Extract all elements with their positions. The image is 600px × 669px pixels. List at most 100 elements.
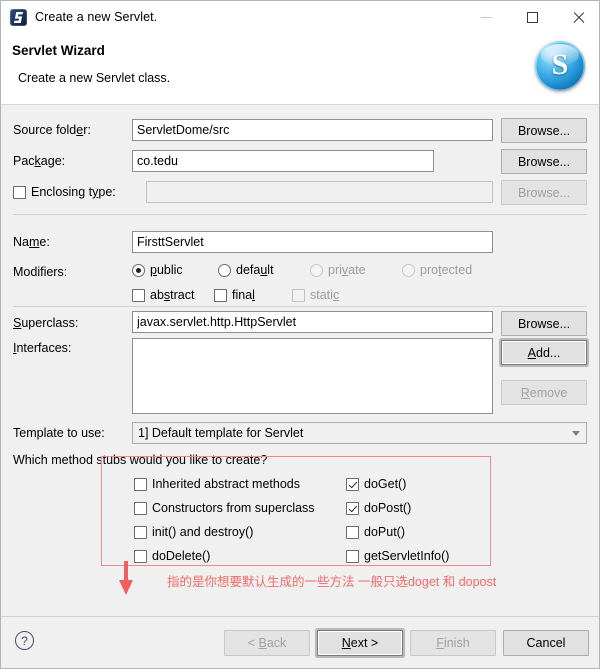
package-input[interactable] — [132, 150, 434, 172]
modifiers-radio-group: public default private protected — [132, 263, 472, 277]
stub-label: getServletInfo() — [364, 549, 450, 563]
checkbox-static-box — [292, 288, 305, 302]
enclosing-type-input — [146, 181, 493, 203]
finish-button: Finish — [410, 630, 496, 656]
checkbox-dopost-box — [346, 501, 359, 515]
cancel-button[interactable]: Cancel — [503, 630, 589, 656]
package-browse-button[interactable]: Browse... — [501, 149, 587, 174]
modifier-public-label: public — [150, 263, 183, 277]
wizard-header: Servlet Wizard Create a new Servlet clas… — [1, 33, 599, 105]
annotation-text: 指的是你想要默认生成的一些方法 一般只选doget 和 dopost — [167, 575, 497, 589]
radio-protected-dot — [402, 263, 415, 277]
close-button[interactable] — [555, 1, 599, 33]
radio-default-dot — [218, 263, 231, 277]
modifier-radio-public[interactable]: public — [132, 263, 218, 277]
superclass-input[interactable] — [132, 311, 493, 333]
back-button: < Back — [224, 630, 310, 656]
stub-label: Constructors from superclass — [152, 501, 315, 515]
stub-inherited-abstract-methods[interactable]: Inherited abstract methods — [134, 472, 300, 496]
modifier-abstract-label: abstract — [150, 288, 195, 302]
modifier-radio-private: private — [310, 263, 402, 277]
stub-doget[interactable]: doGet() — [346, 472, 406, 496]
interfaces-label: Interfaces: — [13, 341, 72, 355]
stub-constructors-from-superclass[interactable]: Constructors from superclass — [134, 496, 315, 520]
modifiers-label: Modifiers: — [13, 265, 68, 279]
interfaces-list[interactable] — [132, 338, 493, 414]
stub-label: doDelete() — [152, 549, 211, 563]
stub-init-and-destroy[interactable]: init() and destroy() — [134, 520, 253, 544]
page-subtitle: Create a new Servlet class. — [18, 71, 171, 85]
help-label: ? — [21, 633, 28, 648]
stub-dodelete[interactable]: doDelete() — [134, 544, 210, 568]
enclosing-type-checkbox[interactable]: Enclosing type: — [13, 181, 116, 203]
footer-buttons: < Back Next > Finish Cancel — [224, 630, 589, 656]
source-folder-browse-button[interactable]: Browse... — [501, 118, 587, 143]
modifier-protected-label: protected — [420, 263, 473, 277]
next-button[interactable]: Next > — [317, 630, 403, 656]
maximize-icon — [526, 11, 538, 23]
radio-public-dot — [132, 263, 145, 277]
checkbox-abstract-box — [132, 288, 145, 302]
enclosing-type-checkbox-box — [13, 185, 26, 199]
stub-dopost[interactable]: doPost() — [346, 496, 411, 520]
modifier-final-label: final — [232, 288, 255, 302]
modifier-check-final[interactable]: final — [214, 288, 292, 302]
checkbox-inherited-abstract-methods-box — [134, 477, 147, 491]
modifier-private-label: private — [328, 263, 366, 277]
page-title: Servlet Wizard — [12, 43, 105, 58]
stub-label: Inherited abstract methods — [152, 477, 300, 491]
window-title: Create a new Servlet. — [35, 10, 158, 24]
package-label: Package: — [13, 154, 66, 168]
chevron-down-icon — [572, 430, 580, 436]
remove-button-label: Remove — [520, 385, 568, 400]
method-stubs-right-column: doGet() doPost() doPut() getServletInfo(… — [346, 472, 449, 568]
superclass-browse-button[interactable]: Browse... — [501, 311, 587, 336]
modifier-radio-protected: protected — [402, 263, 472, 277]
enclosing-type-label: Enclosing type: — [31, 185, 116, 199]
window-controls — [463, 1, 599, 33]
modifier-check-static: static — [292, 288, 339, 302]
modifiers-checkbox-group: abstract final static — [132, 288, 339, 302]
servlet-wizard-dialog: Create a new Servlet. Servlet Wizard Cre… — [0, 0, 600, 669]
stub-doput[interactable]: doPut() — [346, 520, 405, 544]
radio-private-dot — [310, 263, 323, 277]
dialog-footer: ? < Back Next > Finish Cancel — [1, 616, 599, 668]
logo-letter: S — [551, 48, 569, 81]
method-stubs-question: Which method stubs would you like to cre… — [13, 453, 268, 467]
source-folder-input[interactable] — [132, 119, 493, 141]
modifier-radio-default[interactable]: default — [218, 263, 310, 277]
add-button-label: Add... — [527, 345, 561, 360]
source-folder-label: Source folder: — [13, 123, 91, 137]
finish-button-label: Finish — [436, 636, 470, 650]
checkbox-dodelete-box — [134, 549, 147, 563]
modifier-check-abstract[interactable]: abstract — [132, 288, 214, 302]
interfaces-remove-button: Remove — [501, 380, 587, 405]
servlet-logo-icon: S — [535, 41, 585, 91]
servlet-app-icon — [10, 8, 27, 26]
back-button-label: < Back — [247, 636, 287, 650]
title-bar: Create a new Servlet. — [1, 1, 599, 33]
checkbox-constructors-from-superclass-box — [134, 501, 147, 515]
stub-label: init() and destroy() — [152, 525, 254, 539]
name-input[interactable] — [132, 231, 493, 253]
help-icon[interactable]: ? — [15, 631, 34, 650]
modifier-default-label: default — [236, 263, 274, 277]
interfaces-add-button[interactable]: Add... — [501, 340, 587, 365]
template-selected-value: 1] Default template for Servlet — [138, 426, 304, 440]
enclosing-type-browse-button: Browse... — [501, 180, 587, 205]
maximize-button[interactable] — [509, 1, 555, 33]
checkbox-doput-box — [346, 525, 359, 539]
minimize-button[interactable] — [463, 1, 509, 33]
stub-label: doPut() — [364, 525, 405, 539]
divider-2 — [13, 306, 587, 307]
stub-label: doPost() — [364, 501, 412, 515]
checkbox-doget-box — [346, 477, 359, 491]
checkbox-init-and-destroy-box — [134, 525, 147, 539]
template-label: Template to use: — [13, 426, 105, 440]
stub-getservletinfo[interactable]: getServletInfo() — [346, 544, 449, 568]
superclass-label: Superclass: — [13, 316, 79, 330]
method-stubs-left-column: Inherited abstract methods Constructors … — [134, 472, 315, 568]
modifier-static-label: static — [310, 288, 340, 302]
minimize-icon — [480, 16, 492, 18]
template-select[interactable]: 1] Default template for Servlet — [132, 422, 587, 444]
